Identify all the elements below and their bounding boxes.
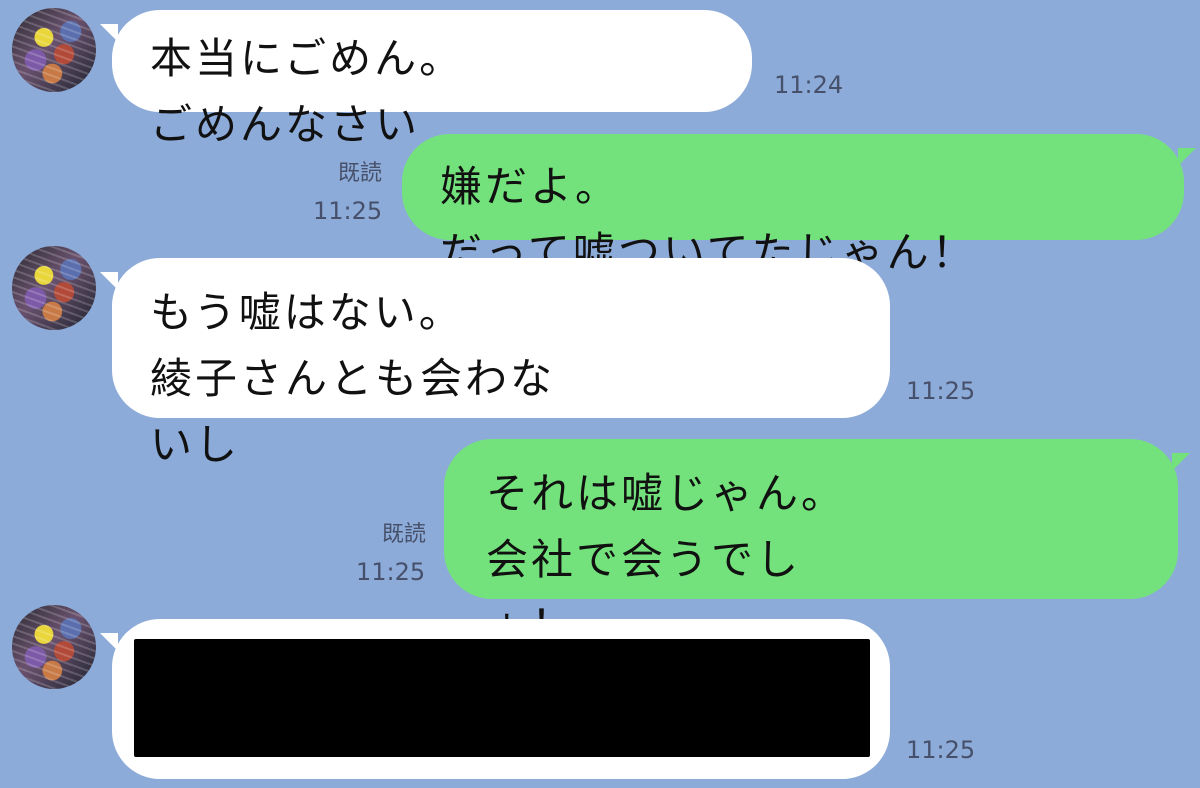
message-time: 11:25 bbox=[906, 736, 976, 764]
read-status: 既読 bbox=[381, 522, 426, 547]
message-time: 11:24 bbox=[774, 71, 844, 99]
read-status: 既読 bbox=[337, 161, 382, 186]
message-row-received-1: 本当にごめん。ごめんなさい 11:24 bbox=[0, 0, 1200, 149]
sent-message-bubble[interactable]: それは嘘じゃん。会社で会うでし ょ！ bbox=[444, 439, 1190, 650]
redacted-message-content bbox=[134, 639, 870, 757]
received-message-bubble[interactable]: 本当にごめん。ごめんなさい bbox=[100, 10, 752, 149]
user-avatar-icon[interactable] bbox=[12, 246, 96, 330]
chat-thread: 本当にごめん。ごめんなさい 11:24 既読 11:25 嫌だよ。だって嘘ついて… bbox=[0, 0, 1200, 788]
received-message-bubble[interactable] bbox=[100, 619, 890, 779]
user-avatar-icon[interactable] bbox=[12, 8, 96, 92]
message-row-sent-2: 既読 11:25 それは嘘じゃん。会社で会うでし ょ！ bbox=[0, 425, 1200, 650]
message-row-sent-1: 既読 11:25 嫌だよ。だって嘘ついてたじゃん！ bbox=[0, 120, 1200, 277]
message-row-received-3: 11:25 bbox=[0, 605, 1200, 788]
user-avatar-icon[interactable] bbox=[12, 605, 96, 689]
message-time: 11:25 bbox=[356, 558, 426, 586]
sent-message-bubble[interactable]: 嫌だよ。だって嘘ついてたじゃん！ bbox=[402, 134, 1196, 277]
message-row-received-2: もう嘘はない。綾子さんとも会わな いし 11:25 bbox=[0, 245, 1200, 469]
received-message-bubble[interactable]: もう嘘はない。綾子さんとも会わな いし bbox=[100, 258, 890, 469]
message-time: 11:25 bbox=[313, 197, 383, 225]
message-time: 11:25 bbox=[906, 377, 976, 405]
